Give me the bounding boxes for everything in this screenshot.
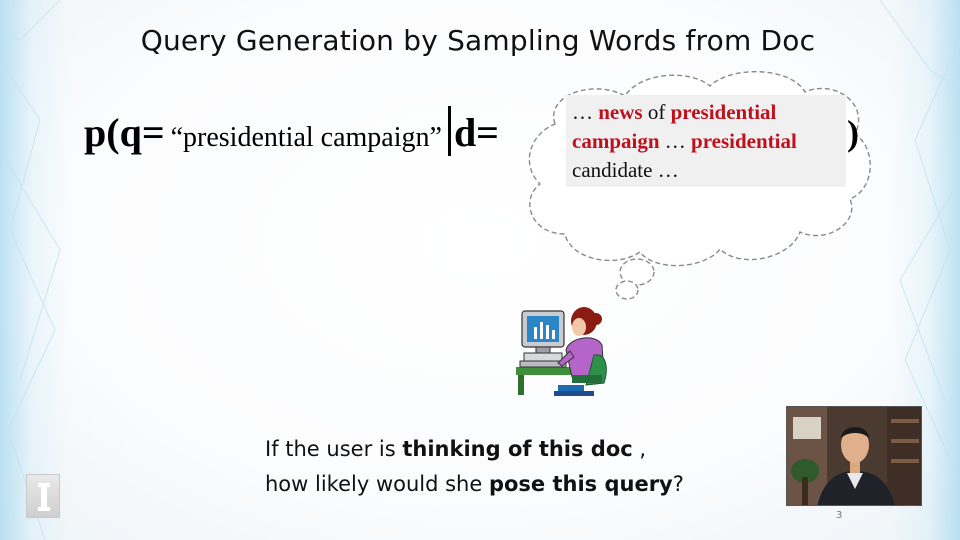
question-emphasis-2: pose this query [488,472,673,496]
document-snippet: … news of presidential campaign … presid… [566,95,846,187]
slide-title: Query Generation by Sampling Words from … [140,24,816,57]
logo-glyph [38,483,50,511]
formula-close: ) [847,113,859,153]
doc-word-presidential: presidential [670,100,777,124]
doc-line-2: campaign … presidential [572,129,797,153]
formula-query: “presidential campaign” [170,122,442,153]
question-line-2: how likely would she pose this query? [265,472,684,496]
doc-line-3: candidate … [572,158,679,182]
presenter-video [786,406,922,506]
probability-formula: p(q= “presidential campaign” d= [84,106,499,156]
question-text: If the user is thinking of this doc , ho… [265,432,684,502]
formula-prefix: p(q= [84,110,165,155]
slide: Query Generation by Sampling Words from … [0,0,960,540]
doc-word-news: news [598,100,643,124]
presenter-video-frame [787,407,921,505]
page-number: 3 [836,510,843,521]
formula-given: d= [453,110,499,155]
conditional-bar [447,106,451,156]
doc-word-campaign: campaign [572,129,660,153]
doc-word-presidential-2: presidential [691,129,797,153]
doc-line-1: … news of presidential [572,100,777,124]
question-emphasis-1: thinking of this doc [402,437,633,461]
user-at-computer-icon [516,307,607,396]
question-line-1: If the user is thinking of this doc , [265,437,647,461]
logo-icon [26,474,60,518]
